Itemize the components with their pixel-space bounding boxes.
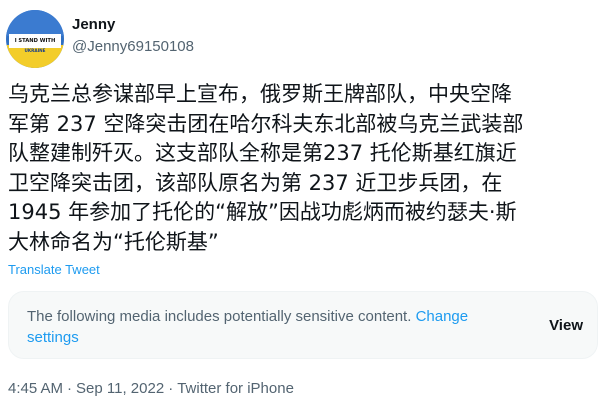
tweet-text-line: 1945 年参加了托伦的“解放”因战功彪炳而被约瑟夫·斯: [8, 200, 517, 224]
tweet: I STAND WITH UKRAINE Jenny @Jenny6915010…: [0, 0, 600, 404]
translate-tweet-link[interactable]: Translate Tweet: [8, 262, 100, 277]
tweet-time-link[interactable]: 4:45 AM: [8, 380, 63, 397]
sensitive-content-notice: The following media includes potentially…: [8, 291, 598, 359]
tweet-text-line: 队整建制歼灭。这支部队全称是第237 托伦斯基红旗近: [8, 141, 517, 165]
sensitive-content-text: The following media includes potentially…: [27, 308, 412, 325]
tweet-date-link[interactable]: Sep 11, 2022: [76, 380, 164, 397]
tweet-text: 乌克兰总参谋部早上宣布，俄罗斯王牌部队，中央空降 军第 237 空降突击团在哈尔…: [8, 80, 598, 257]
tweet-text-line: 卫空降突击团，该部队原名为第 237 近卫步兵团，在: [8, 170, 503, 195]
meta-separator: ·: [67, 380, 73, 397]
tweet-text-line: 乌克兰总参谋部早上宣布，俄罗斯王牌部队，中央空降: [8, 82, 512, 106]
tweet-meta: 4:45 AM · Sep 11, 2022 · Twitter for iPhone: [8, 380, 294, 397]
author-name[interactable]: Jenny: [72, 16, 115, 33]
tweet-text-line: 大林命名为“托伦斯基”: [8, 229, 219, 254]
avatar[interactable]: I STAND WITH UKRAINE: [6, 10, 64, 68]
author-handle[interactable]: @Jenny69150108: [72, 38, 194, 55]
tweet-source: Twitter for iPhone: [177, 380, 294, 397]
avatar-subtext: UKRAINE: [24, 48, 46, 53]
avatar-flag-blue: [6, 10, 64, 36]
view-button[interactable]: View: [549, 317, 583, 334]
meta-separator: ·: [168, 380, 174, 397]
tweet-text-line: 军第 237 空降突击团在哈尔科夫东北部被乌克兰武装部: [8, 111, 524, 136]
avatar-text: I STAND WITH: [9, 34, 61, 48]
sensitive-content-message: The following media includes potentially…: [27, 306, 507, 348]
